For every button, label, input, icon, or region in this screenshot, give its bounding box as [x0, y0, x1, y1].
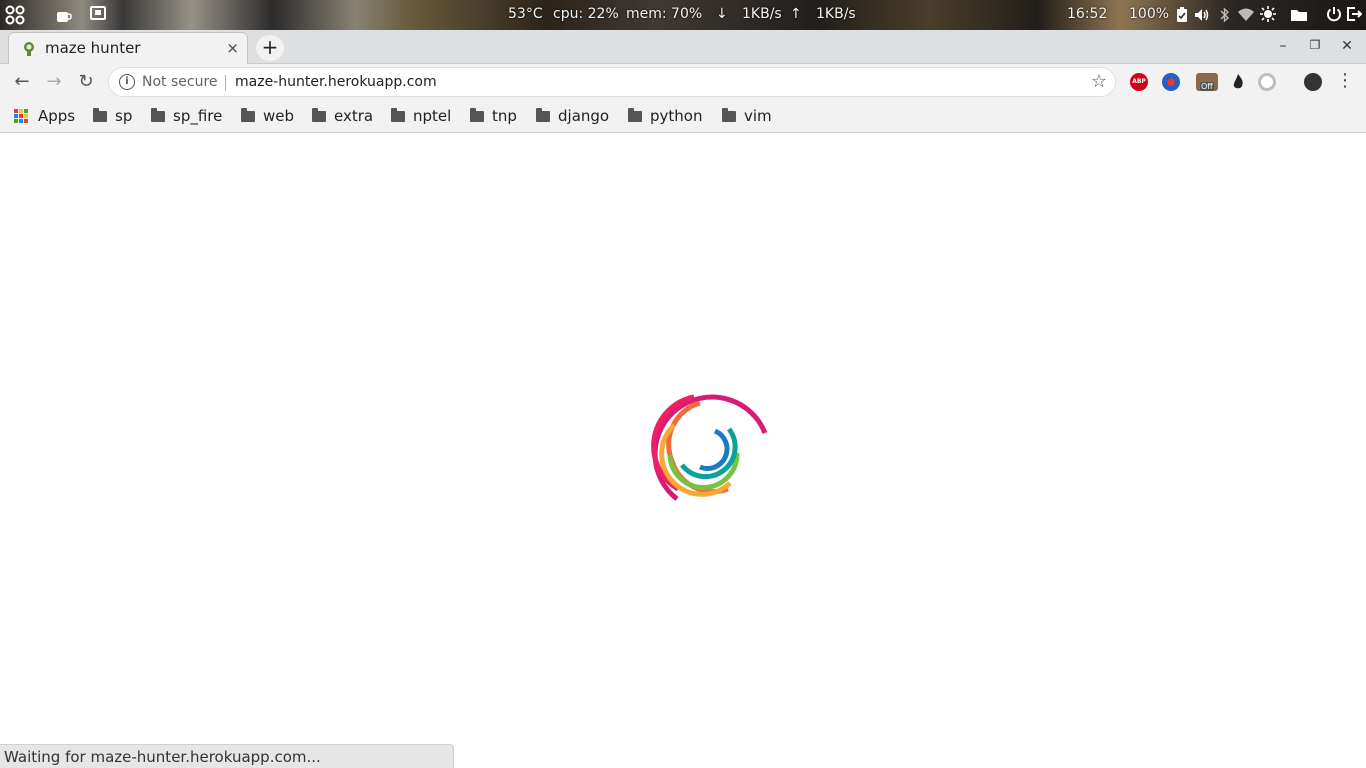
folder-icon: [151, 107, 165, 122]
power-icon[interactable]: [1326, 6, 1342, 22]
restore-icon[interactable]: ❐: [1305, 38, 1325, 56]
bookmark-folder-python[interactable]: python: [628, 106, 702, 126]
folder-icon: [536, 107, 550, 122]
battery-percent[interactable]: 100%: [1129, 6, 1169, 22]
tab-title: maze hunter: [45, 39, 141, 57]
tab-maze-hunter[interactable]: maze hunter ×: [8, 32, 248, 64]
tab-close-icon[interactable]: ×: [226, 39, 239, 57]
clock[interactable]: 16:52: [1067, 6, 1107, 22]
download-rate: 1KB/s: [742, 6, 782, 22]
logout-icon[interactable]: [1346, 6, 1362, 22]
folder-icon: [628, 107, 642, 122]
upload-rate: 1KB/s: [816, 6, 856, 22]
coffee-cup-icon[interactable]: [56, 9, 72, 25]
bookmark-label: sp_fire: [173, 107, 223, 125]
screen-icon[interactable]: [90, 6, 106, 22]
bookmark-label: nptel: [413, 107, 452, 125]
bookmark-folder-nptel[interactable]: nptel: [391, 106, 451, 126]
address-bar[interactable]: i Not secure maze-hunter.herokuapp.com ☆: [108, 67, 1116, 97]
url-text[interactable]: maze-hunter.herokuapp.com: [235, 74, 437, 90]
folder-icon: [470, 107, 484, 122]
bookmark-folder-sp[interactable]: sp: [93, 106, 132, 126]
minimize-icon[interactable]: –: [1273, 38, 1293, 56]
folder-icon: [391, 107, 405, 122]
new-tab-button[interactable]: +: [256, 35, 284, 61]
folder-icon: [241, 107, 255, 122]
cpu-usage: cpu: 22%: [553, 6, 619, 22]
bookmark-label: extra: [334, 107, 374, 125]
extension-flame-icon[interactable]: [1229, 73, 1247, 91]
forward-arrow-icon[interactable]: →: [44, 72, 64, 92]
apps-grid-icon: [14, 109, 28, 123]
bookmarks-bar: Apps sp sp_fire web extra nptel tnp djan…: [0, 100, 1366, 133]
bookmark-label: sp: [115, 107, 133, 125]
folder-icon: [312, 107, 326, 122]
upload-arrow-icon: ↑: [790, 6, 802, 22]
cpu-temperature: 53°C: [508, 6, 543, 22]
window-close-icon[interactable]: ✕: [1337, 38, 1357, 56]
folder-icon: [93, 107, 107, 122]
extension-globe-icon[interactable]: [1162, 73, 1180, 91]
bookmark-label: django: [558, 107, 610, 125]
tab-strip: maze hunter ×: [0, 30, 1366, 64]
security-label[interactable]: Not secure: [142, 74, 218, 90]
bookmark-label: web: [263, 107, 295, 125]
bookmark-folder-extra[interactable]: extra: [312, 106, 373, 126]
browser-toolbar: ← → ↻ i Not secure maze-hunter.herokuapp…: [0, 64, 1366, 100]
bookmark-folder-web[interactable]: web: [241, 106, 294, 126]
extension-off-badge: Off: [1200, 82, 1214, 91]
status-bubble: Waiting for maze-hunter.herokuapp.com...: [0, 744, 454, 768]
profile-avatar[interactable]: [1304, 73, 1322, 91]
loading-spinner: [651, 394, 768, 501]
download-arrow-icon: ↓: [716, 6, 728, 22]
bookmark-label: vim: [744, 107, 772, 125]
volume-icon[interactable]: [1194, 7, 1210, 23]
info-icon[interactable]: i: [119, 74, 135, 90]
bookmark-star-icon[interactable]: ☆: [1091, 71, 1107, 92]
bluetooth-icon[interactable]: [1217, 7, 1233, 23]
favicon-icon: [24, 42, 34, 56]
folder-icon: [722, 107, 736, 122]
folder-icon[interactable]: [1290, 7, 1308, 23]
adblock-plus-icon[interactable]: ABP: [1130, 73, 1148, 91]
memory-usage: mem: 70%: [626, 6, 703, 22]
bookmark-folder-vim[interactable]: vim: [722, 106, 772, 126]
adblock-plus-label: ABP: [1132, 78, 1146, 85]
extension-circle-icon[interactable]: [1258, 73, 1276, 91]
brightness-icon[interactable]: [1260, 6, 1276, 22]
chrome-menu-icon[interactable]: ⋮: [1336, 70, 1354, 92]
activities-icon[interactable]: [4, 4, 26, 26]
bookmark-apps-label: Apps: [38, 107, 76, 125]
bookmark-label: python: [650, 107, 703, 125]
address-separator: [225, 75, 226, 91]
reload-icon[interactable]: ↻: [76, 72, 96, 92]
bookmark-folder-sp_fire[interactable]: sp_fire: [151, 106, 222, 126]
extension-cup-icon[interactable]: Off: [1196, 73, 1218, 91]
page-content: [0, 134, 1366, 768]
bookmark-apps[interactable]: Apps: [14, 106, 75, 126]
back-arrow-icon[interactable]: ←: [12, 72, 32, 92]
bookmark-folder-tnp[interactable]: tnp: [470, 106, 517, 126]
bookmark-label: tnp: [492, 107, 517, 125]
system-panel: 53°C cpu: 22% mem: 70% ↓ 1KB/s ↑ 1KB/s 1…: [0, 0, 1366, 30]
wifi-icon[interactable]: [1238, 7, 1254, 23]
spinner-arc-blue: [699, 428, 730, 471]
bookmark-folder-django[interactable]: django: [536, 106, 609, 126]
battery-icon[interactable]: [1174, 7, 1190, 23]
